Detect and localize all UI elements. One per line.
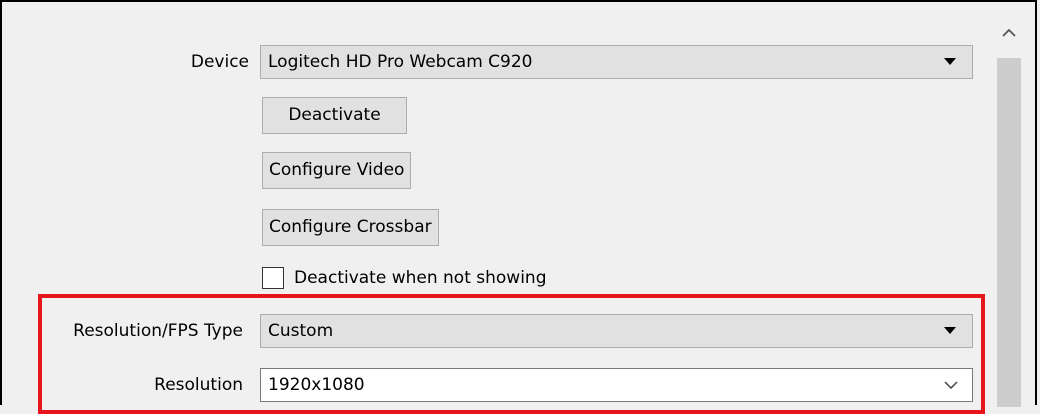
properties-panel: Device Logitech HD Pro Webcam C920 Deact… [0, 0, 1037, 414]
resolution-fps-type-select[interactable]: Custom [260, 314, 973, 348]
configure-crossbar-button[interactable]: Configure Crossbar [262, 209, 439, 246]
resolution-label: Resolution [154, 375, 243, 395]
dropdown-triangle-icon [944, 46, 958, 78]
deactivate-button[interactable]: Deactivate [262, 97, 407, 134]
device-value: Logitech HD Pro Webcam C920 [268, 52, 533, 72]
vertical-scrollbar[interactable] [994, 20, 1024, 407]
deactivate-when-not-showing-label: Deactivate when not showing [294, 268, 547, 288]
resolution-input[interactable]: 1920x1080 [260, 368, 973, 402]
device-select[interactable]: Logitech HD Pro Webcam C920 [260, 45, 973, 79]
configure-video-button[interactable]: Configure Video [262, 152, 412, 189]
resolution-value: 1920x1080 [268, 375, 365, 395]
scrollbar-thumb[interactable] [997, 58, 1021, 407]
resolution-fps-type-value: Custom [268, 321, 334, 341]
chevron-up-icon[interactable] [994, 20, 1024, 50]
device-label: Device [190, 52, 249, 72]
chevron-down-icon[interactable] [944, 369, 958, 401]
dropdown-triangle-icon [944, 315, 958, 347]
deactivate-when-not-showing-checkbox[interactable] [262, 267, 284, 289]
resolution-fps-type-label: Resolution/FPS Type [73, 321, 243, 341]
